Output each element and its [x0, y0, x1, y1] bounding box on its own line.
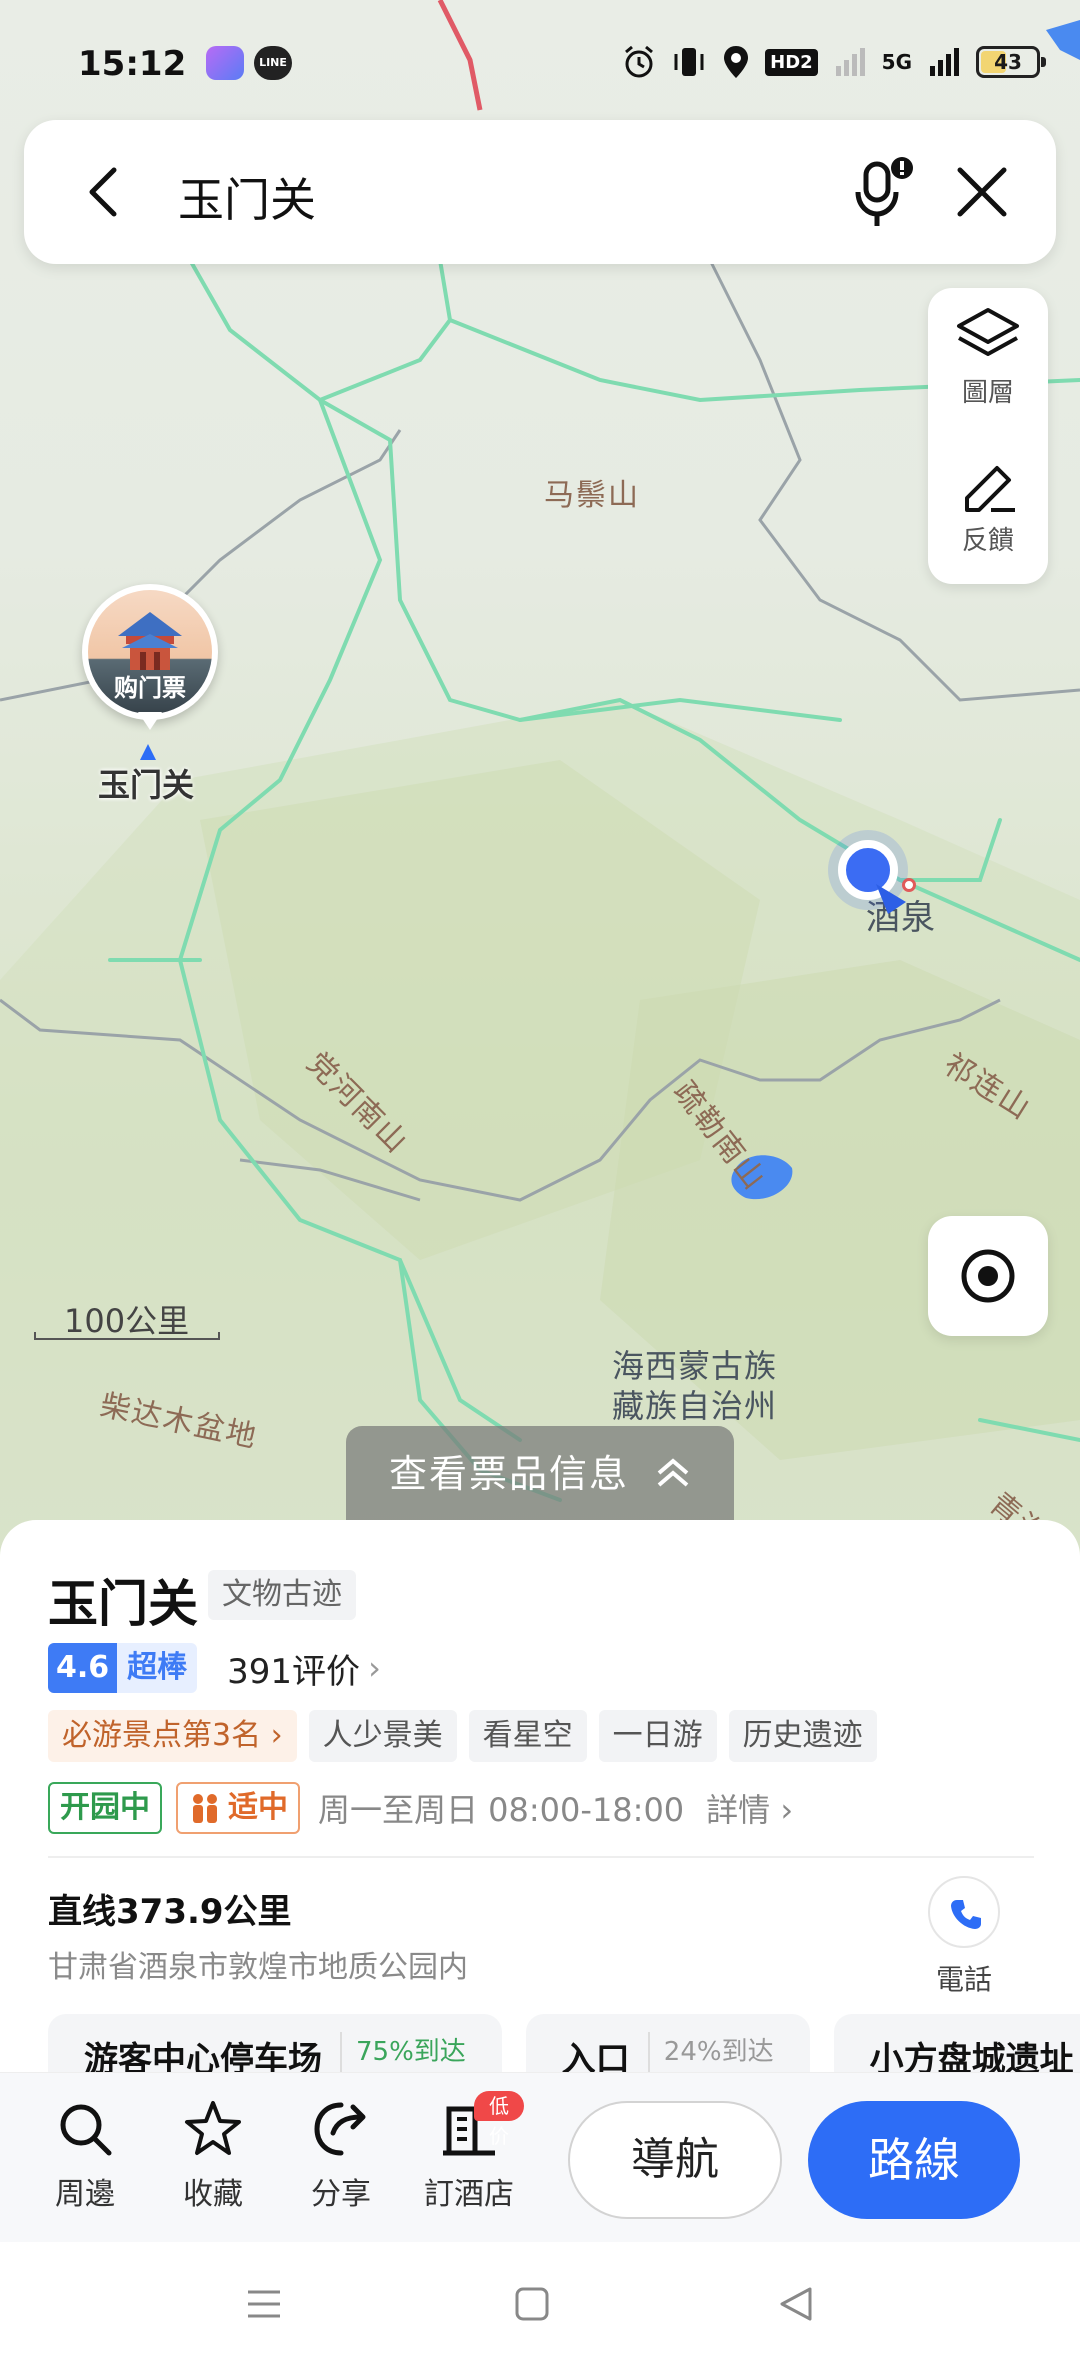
entrance-card[interactable]: 小方盘城遗址: [833, 2014, 1080, 2080]
share-button[interactable]: 分享: [286, 2099, 396, 2213]
poi-ticket-badge: 购门票: [114, 674, 186, 702]
place-category-tag: 文物古迹: [208, 1570, 356, 1620]
distance-label: 直线373.9公里: [48, 1892, 292, 1932]
details-label: 詳情: [706, 1791, 771, 1829]
feature-tag: 看星空: [468, 1710, 587, 1762]
ranking-tag-label: 必游景点第3名: [62, 1718, 262, 1753]
share-icon: [314, 2102, 366, 2156]
hours-details-link[interactable]: 詳情 ›: [706, 1785, 793, 1831]
status-time: 15:12: [78, 44, 187, 84]
nearby-label: 周邊: [55, 2177, 115, 2212]
back-arrow-icon[interactable]: [74, 160, 134, 224]
rating-score: 4.6: [48, 1643, 118, 1693]
book-hotel-button[interactable]: 訂酒店 低价: [414, 2091, 524, 2213]
share-label: 分享: [311, 2177, 371, 2212]
map-scale-bar: [34, 1332, 220, 1340]
chevron-up-icon: [655, 1426, 691, 1522]
phone-button[interactable]: [928, 1876, 1000, 1948]
layers-icon: [957, 308, 1019, 356]
user-location-dot: [838, 840, 898, 900]
people-icon: [193, 1794, 217, 1823]
map-label-mazongshan: 马鬃山: [544, 478, 640, 513]
ticket-tab-label: 查看票品信息: [388, 1452, 629, 1496]
phone-icon: [951, 1900, 981, 1929]
phone-label: 電話: [935, 1963, 992, 1996]
rating-row[interactable]: 4.6 超棒 391评价 ›: [48, 1642, 381, 1694]
address-label: 甘肃省酒泉市敦煌市地质公园内: [48, 1950, 468, 1985]
feedback-edit-icon: [965, 466, 1015, 512]
signal-sim2-icon: [930, 48, 959, 76]
place-title: 玉门关: [48, 1575, 198, 1633]
alarm-icon: [625, 45, 654, 78]
line-app-icon: LINE: [254, 46, 292, 80]
map-label-haixi: 海西蒙古族 藏族自治州: [612, 1347, 778, 1425]
poi-marker-yumenguan[interactable]: 购门票: [82, 584, 218, 744]
star-icon: [185, 2101, 241, 2155]
place-detail-sheet[interactable]: 玉门关 文物古迹 4.6 超棒 391评价 › 必游景点第3名 › 人少景美 看…: [0, 1520, 1080, 2080]
view-ticket-info-tab[interactable]: 查看票品信息: [346, 1426, 734, 1522]
ranking-tag[interactable]: 必游景点第3名 ›: [48, 1710, 297, 1762]
home-icon[interactable]: [512, 2284, 552, 2324]
messenger-app-icon: [206, 46, 244, 80]
voice-input-mic-icon[interactable]: [842, 152, 922, 232]
my-location-button[interactable]: [928, 1216, 1048, 1336]
poi-marker-bubble: 购门票: [82, 584, 218, 720]
crowd-level-badge: 适中: [176, 1782, 300, 1834]
status-icons: HD2 5G 43: [621, 44, 1046, 80]
rating-word: 超棒: [117, 1643, 198, 1693]
feedback-button[interactable]: 反饋: [928, 436, 1048, 576]
hd-voice-icon: HD2: [765, 48, 818, 76]
bottom-action-bar: 周邊 收藏 分享 訂酒店 低价 導航 路線: [0, 2072, 1080, 2242]
favorite-label: 收藏: [183, 2177, 243, 2212]
vibrate-icon: [674, 48, 704, 76]
favorite-button[interactable]: 收藏: [158, 2099, 268, 2213]
battery-icon: 43: [976, 46, 1046, 78]
system-navigation-bar: [0, 2242, 1080, 2376]
feedback-label: 反饋: [961, 526, 1014, 556]
feature-tag: 历史遗迹: [728, 1710, 877, 1762]
menu-icon[interactable]: [244, 2284, 284, 2324]
status-bar: 15:12 LINE HD2 5G 43: [0, 0, 1080, 120]
hotel-label: 訂酒店: [424, 2177, 514, 2212]
chevron-right-icon: ›: [368, 1649, 381, 1687]
navigate-button[interactable]: 導航: [568, 2101, 782, 2219]
opening-status-row[interactable]: 开园中 适中 周一至周日 08:00-18:00 詳情 ›: [48, 1782, 793, 1834]
feature-tag: 一日游: [598, 1710, 717, 1762]
tag-row: 必游景点第3名 › 人少景美 看星空 一日游 历史遗迹: [48, 1710, 877, 1762]
city-marker-icon: [902, 878, 916, 892]
poi-name-label: 玉门关: [98, 766, 195, 804]
poi-marker-tail: [138, 712, 162, 730]
open-status-badge: 开园中: [48, 1782, 162, 1834]
map-scale: 100公里: [34, 1296, 224, 1340]
signal-sim1-icon: [835, 48, 865, 76]
review-count-link[interactable]: 391评价: [227, 1644, 360, 1693]
route-button[interactable]: 路線: [808, 2101, 1020, 2219]
close-icon[interactable]: [952, 162, 1012, 222]
search-icon: [60, 2104, 112, 2156]
feature-tag: 人少景美: [308, 1710, 457, 1762]
network-type-label: 5G: [881, 50, 912, 74]
entrance-list: 游客中心停车场 75%到达 入口 24%到达 小方盘城遗址: [48, 2014, 1080, 2080]
back-icon[interactable]: [776, 2284, 816, 2324]
entrance-card[interactable]: 游客中心停车场 75%到达: [48, 2014, 502, 2080]
map-tool-panel: 圖層 反饋: [928, 288, 1048, 584]
search-input[interactable]: 玉门关: [178, 164, 316, 230]
location-icon: [724, 46, 749, 78]
low-price-badge: 低价: [474, 2091, 524, 2148]
entrance-card[interactable]: 入口 24%到达: [525, 2014, 810, 2080]
crowd-level-label: 适中: [228, 1790, 288, 1825]
locate-target-icon: [961, 1249, 1015, 1303]
opening-hours: 周一至周日 08:00-18:00: [318, 1791, 685, 1829]
search-bar[interactable]: 玉门关: [24, 120, 1056, 264]
layers-label: 圖層: [961, 378, 1014, 408]
divider: [48, 1856, 1034, 1858]
battery-level: 43: [994, 50, 1022, 74]
layers-button[interactable]: 圖層: [928, 288, 1048, 428]
nearby-button[interactable]: 周邊: [30, 2099, 140, 2213]
